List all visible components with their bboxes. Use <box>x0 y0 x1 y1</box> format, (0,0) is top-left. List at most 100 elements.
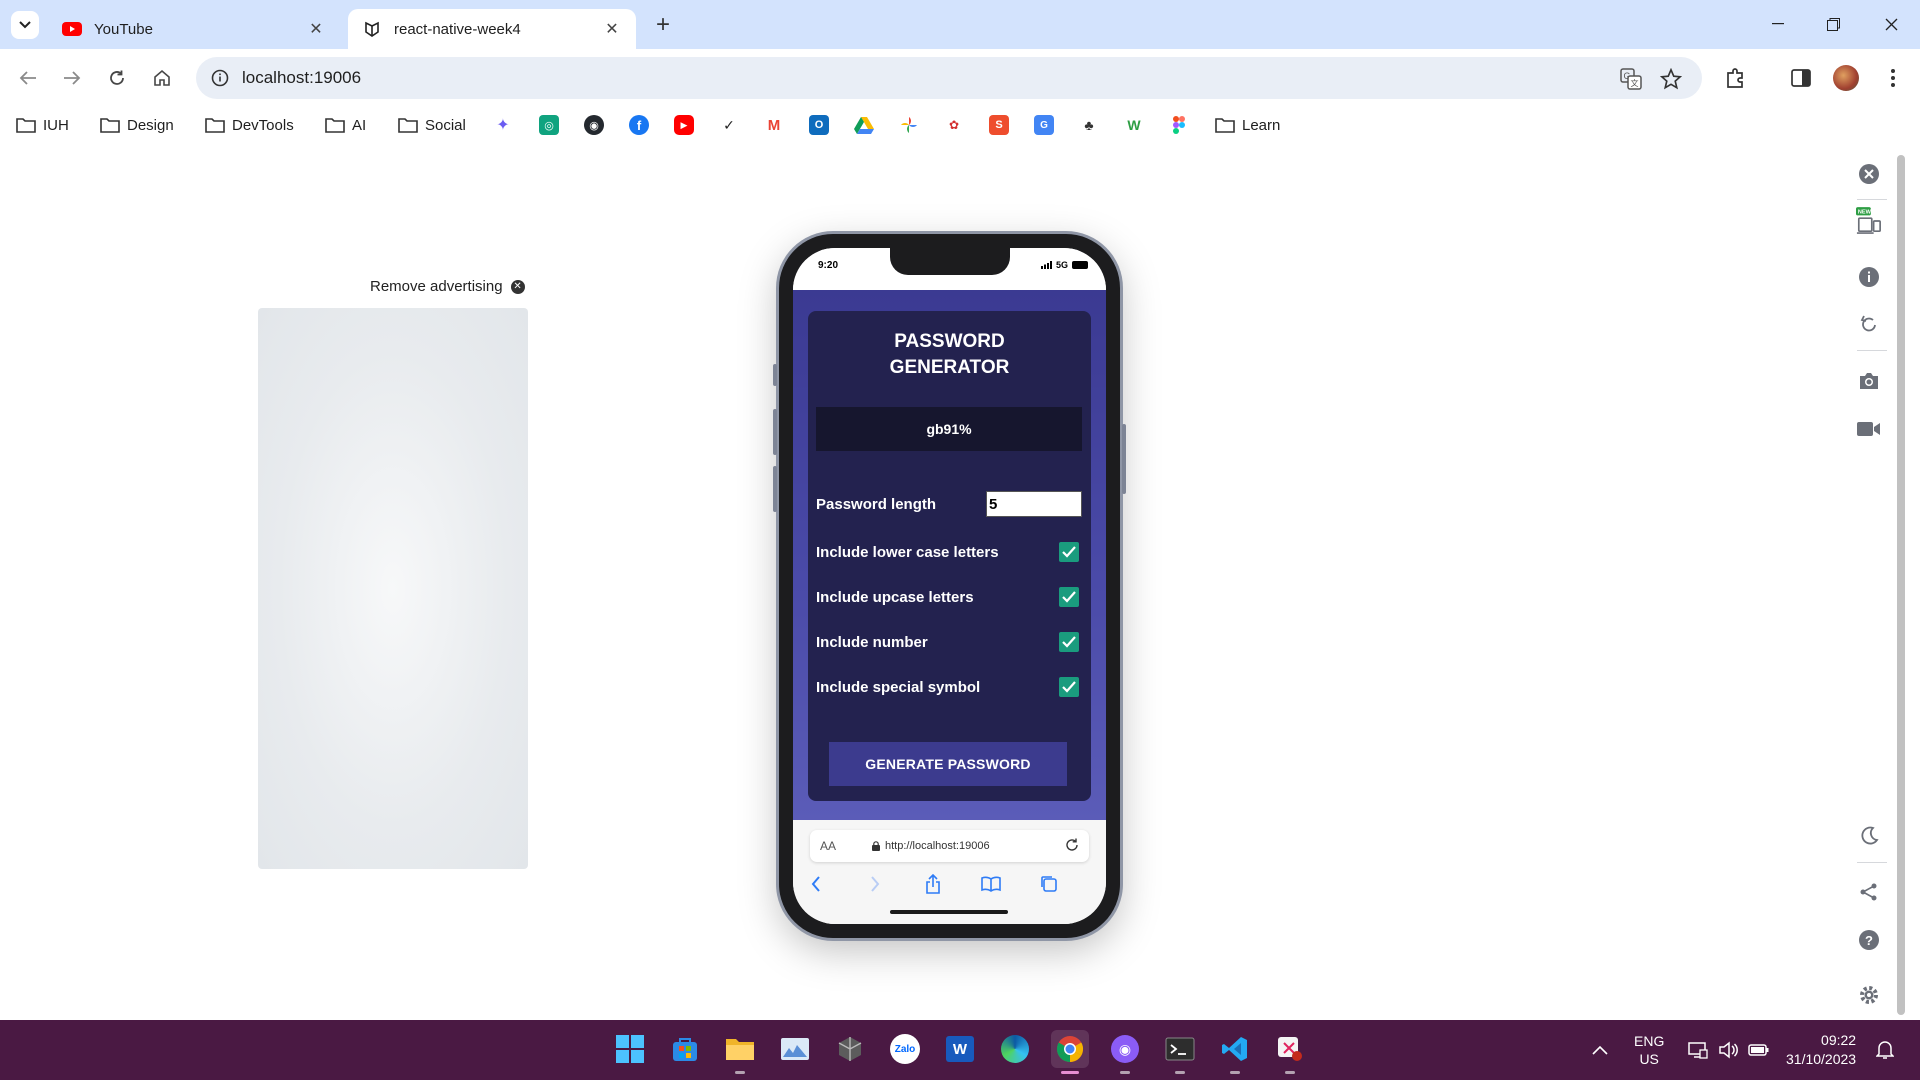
home-button[interactable] <box>146 62 178 94</box>
safari-share-button[interactable] <box>921 873 945 895</box>
safari-forward-button[interactable] <box>863 873 887 895</box>
chrome-menu-button[interactable] <box>1877 62 1909 94</box>
bookmark-folder-social[interactable]: Social <box>398 114 466 136</box>
forward-button[interactable] <box>56 62 88 94</box>
generate-password-button[interactable]: GENERATE PASSWORD <box>829 742 1067 786</box>
taskbar-unity[interactable] <box>831 1030 869 1068</box>
clock[interactable]: 09:22 31/10/2023 <box>1786 1020 1856 1080</box>
new-tab-button[interactable]: + <box>650 11 676 38</box>
show-hidden-icons[interactable] <box>1592 1020 1608 1080</box>
restore-button[interactable] <box>1813 8 1853 40</box>
bookmark-star-icon[interactable] <box>1658 66 1684 92</box>
taskbar-file-explorer[interactable] <box>721 1030 759 1074</box>
uppercase-checkbox[interactable] <box>1059 587 1079 607</box>
bookmark-folder-devtools[interactable]: DevTools <box>205 114 294 136</box>
reload-icon[interactable] <box>1064 837 1080 853</box>
chevron-up-icon <box>1592 1045 1608 1055</box>
minimize-icon <box>1772 23 1784 25</box>
translate-icon[interactable]: G文 <box>1618 66 1644 92</box>
bookmark-folder-ai[interactable]: AI <box>325 114 366 136</box>
chevron-down-icon <box>19 21 31 29</box>
notification-center[interactable] <box>1876 1020 1894 1080</box>
outlook-icon[interactable]: O <box>809 115 829 135</box>
settings-gear-icon[interactable] <box>1856 982 1882 1008</box>
language-indicator[interactable]: ENG US <box>1634 1020 1664 1080</box>
folder-icon <box>100 118 120 133</box>
figma-icon[interactable] <box>1169 115 1189 135</box>
facebook-icon[interactable]: f <box>629 115 649 135</box>
youtube-icon[interactable]: ▶ <box>674 115 694 135</box>
minimize-button[interactable] <box>1758 8 1798 40</box>
safari-address-bar[interactable]: AA http://localhost:19006 <box>810 830 1089 862</box>
number-checkbox[interactable] <box>1059 632 1079 652</box>
penguin-icon[interactable]: ♣ <box>1079 115 1099 135</box>
tab-close-icon[interactable]: ✕ <box>602 19 622 39</box>
google-drive-icon[interactable] <box>854 115 874 135</box>
taskbar-photos[interactable] <box>776 1030 814 1068</box>
running-indicator <box>1230 1071 1240 1074</box>
bookmark-folder-iuh[interactable]: IUH <box>16 114 69 136</box>
symbol-checkbox[interactable] <box>1059 677 1079 697</box>
taskbar-zalo[interactable]: Zalo <box>886 1030 924 1068</box>
taskbar-github-desktop[interactable]: ◉ <box>1106 1030 1144 1074</box>
address-bar[interactable]: localhost:19006 G文 <box>196 57 1702 99</box>
gemini-icon[interactable]: ✦ <box>493 115 513 135</box>
info-icon[interactable] <box>1856 264 1882 290</box>
close-circle-icon[interactable]: ✕ <box>510 279 525 294</box>
w3schools-icon[interactable]: W <box>1124 115 1144 135</box>
remove-advertising-link[interactable]: Remove advertising ✕ <box>370 278 525 295</box>
bookmark-folder-learn[interactable]: Learn <box>1215 114 1280 136</box>
system-tray-icons[interactable] <box>1688 1020 1770 1080</box>
safari-url-text: http://localhost:19006 <box>885 840 990 852</box>
safari-aa-button[interactable]: AA <box>820 839 836 853</box>
nike-icon[interactable]: ✓ <box>719 115 739 135</box>
tab-youtube[interactable]: YouTube ✕ <box>48 9 340 49</box>
safari-url: http://localhost:19006 <box>872 840 990 852</box>
tab-search-button[interactable] <box>11 11 39 39</box>
github-icon[interactable]: ◉ <box>584 115 604 135</box>
share-icon[interactable] <box>1856 879 1882 905</box>
checkmark-icon <box>1062 681 1076 693</box>
camera-icon[interactable] <box>1856 368 1882 394</box>
side-panel-button[interactable] <box>1785 62 1817 94</box>
safari-back-button[interactable] <box>804 873 828 895</box>
video-camera-icon[interactable] <box>1856 416 1882 442</box>
reload-button[interactable] <box>101 62 133 94</box>
profile-avatar[interactable] <box>1830 62 1862 94</box>
photos-icon <box>781 1038 809 1060</box>
page-scrollbar[interactable] <box>1897 155 1905 1015</box>
taskbar-chrome[interactable] <box>1051 1030 1089 1074</box>
close-window-button[interactable] <box>1871 8 1911 40</box>
bookmark-folder-design[interactable]: Design <box>100 114 174 136</box>
devices-new-icon[interactable]: NEW <box>1856 207 1882 234</box>
help-icon[interactable]: ? <box>1856 927 1882 953</box>
site-info-icon[interactable] <box>206 64 234 92</box>
gmail-icon[interactable]: M <box>764 115 784 135</box>
taskbar-vscode[interactable] <box>1216 1030 1254 1074</box>
safari-bookmarks-button[interactable] <box>979 873 1003 895</box>
back-button[interactable] <box>12 62 44 94</box>
shopee-icon[interactable]: S <box>989 115 1009 135</box>
taskbar-store[interactable] <box>666 1030 704 1068</box>
dark-mode-icon[interactable] <box>1856 823 1882 849</box>
mute-switch <box>773 364 777 386</box>
rotate-icon[interactable] <box>1856 311 1882 337</box>
safari-tabs-button[interactable] <box>1037 873 1061 895</box>
start-button[interactable] <box>611 1030 649 1068</box>
tab-close-icon[interactable]: ✕ <box>306 19 326 39</box>
password-length-input[interactable]: 5 <box>986 491 1082 517</box>
taskbar-snipping-tool[interactable] <box>1271 1030 1309 1074</box>
app-bookmark-icon[interactable]: ✿ <box>944 115 964 135</box>
lang-line2: US <box>1639 1051 1659 1067</box>
volume-down-button <box>773 466 777 512</box>
tab-react-native-week4[interactable]: react-native-week4 ✕ <box>348 9 636 49</box>
chatgpt-icon[interactable]: ◎ <box>539 115 559 135</box>
taskbar-word[interactable]: W <box>941 1030 979 1068</box>
google-translate-icon[interactable]: G <box>1034 115 1054 135</box>
taskbar-terminal[interactable] <box>1161 1030 1199 1074</box>
extensions-button[interactable] <box>1720 62 1752 94</box>
close-circle-icon[interactable] <box>1856 161 1882 187</box>
lowercase-checkbox[interactable] <box>1059 542 1079 562</box>
taskbar-edge[interactable] <box>996 1030 1034 1068</box>
google-photos-icon[interactable] <box>899 115 919 135</box>
